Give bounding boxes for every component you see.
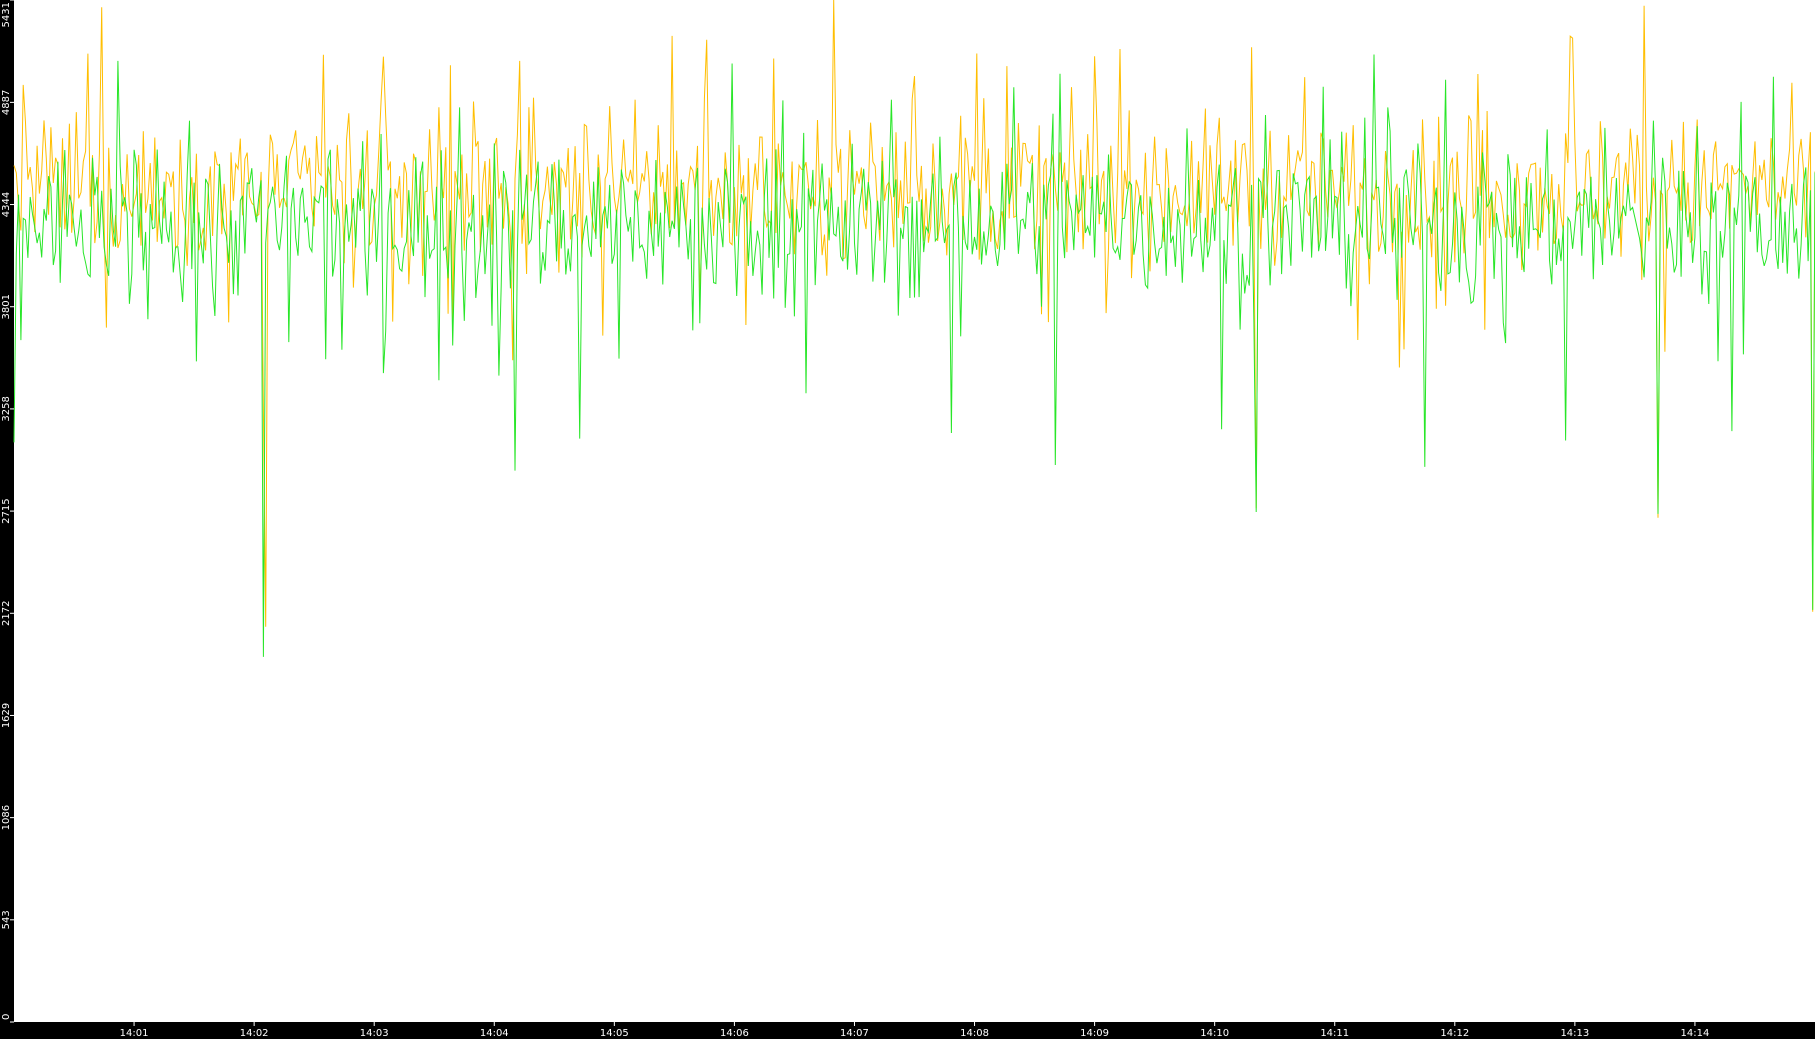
x-tick-label: 14:14 (1681, 1028, 1710, 1039)
chart: 0 543 1086 1629 2172 2715 3258 3801 4344 4887 5431… (0, 0, 1815, 1039)
y-tick-label: 4887 (1, 90, 12, 115)
y-tick-label: 5431 (1, 2, 12, 27)
y-tick-label: 1086 (1, 805, 12, 830)
x-tick-label: 14:13 (1560, 1028, 1589, 1039)
y-tick-label: 2715 (1, 498, 12, 523)
y-tick-label: 3258 (1, 396, 12, 421)
y-tick-label: 3801 (1, 294, 12, 319)
x-tick-label: 14:02 (240, 1028, 269, 1039)
x-tick-label: 14:12 (1440, 1028, 1469, 1039)
x-tick-label: 14:05 (600, 1028, 629, 1039)
x-tick-label: 14:08 (960, 1028, 989, 1039)
y-tick-label: 543 (1, 910, 12, 929)
x-tick-label: 14:10 (1200, 1028, 1229, 1039)
x-tick-label: 14:03 (360, 1028, 389, 1039)
y-tick-label: 0 (1, 1014, 12, 1020)
plot-area (14, 0, 1815, 1022)
x-tick-label: 14:01 (120, 1028, 149, 1039)
y-tick-label: 4344 (1, 192, 12, 217)
y-tick-label: 2172 (1, 601, 12, 626)
chart-svg: 0 543 1086 1629 2172 2715 3258 3801 4344 4887 5431… (0, 0, 1815, 1039)
x-tick-label: 14:04 (480, 1028, 509, 1039)
x-tick-label: 14:09 (1080, 1028, 1109, 1039)
x-tick-label: 14:11 (1320, 1028, 1349, 1039)
x-tick-label: 14:07 (840, 1028, 869, 1039)
x-tick-label: 14:06 (720, 1028, 749, 1039)
y-tick-label: 1629 (1, 703, 12, 728)
